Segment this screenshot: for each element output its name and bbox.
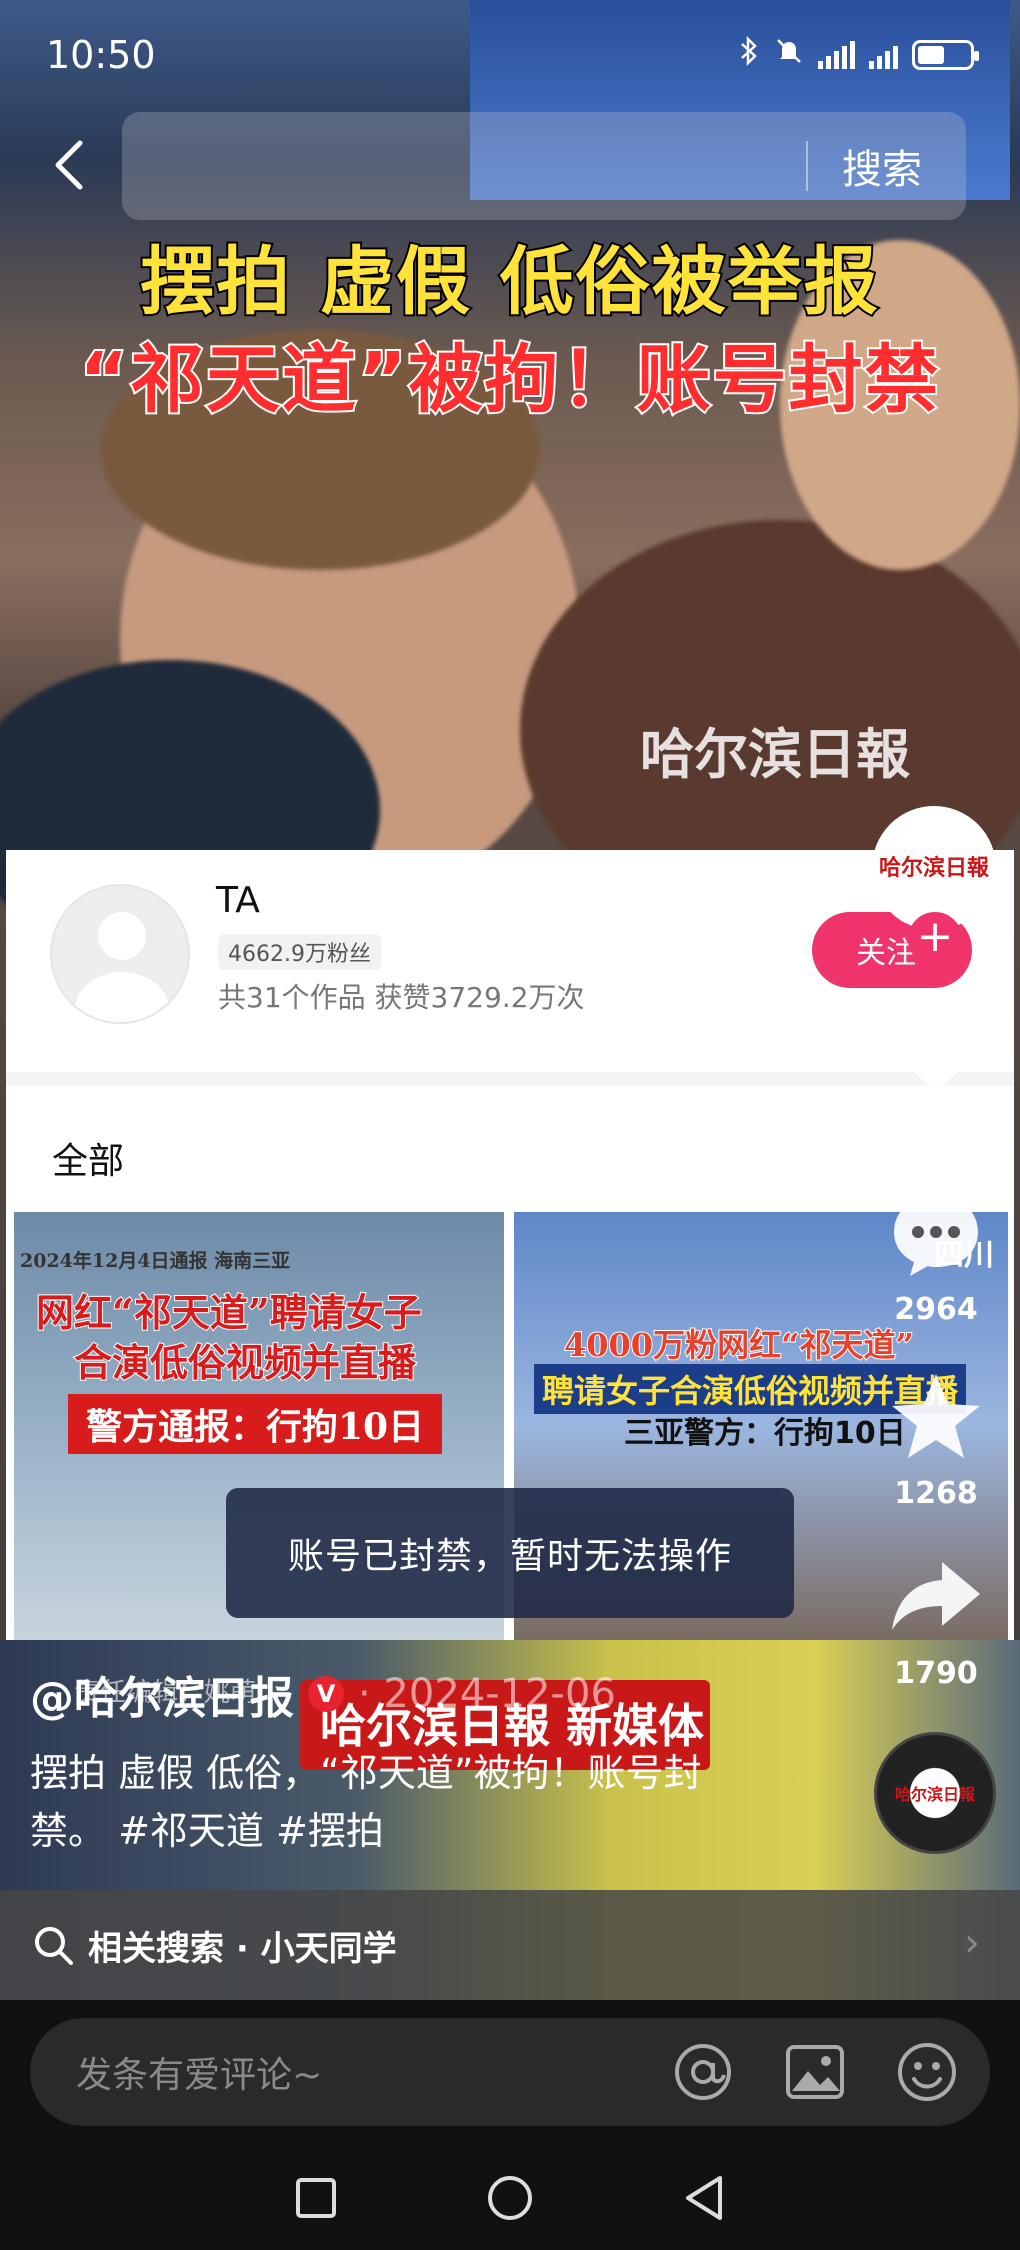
- thumbnail-caption: 4000万粉网红“祁天道”: [563, 1325, 915, 1365]
- comment-placeholder: 发条有爱评论~: [76, 2055, 323, 2096]
- video-watermark: 哈尔滨日報: [640, 722, 910, 786]
- follow-plus-button[interactable]: +: [908, 912, 962, 966]
- author-line: @哈尔滨日报 V · 2024-12-06: [30, 1662, 616, 1726]
- like-count: 7979: [894, 1108, 978, 1143]
- battery-icon: [912, 40, 979, 70]
- thumbnail-small-caption: 2024年12月4日通报 海南三亚: [20, 1250, 291, 1272]
- status-icons: [738, 35, 979, 74]
- profile-avatar: [50, 884, 190, 1024]
- signal-icon-sim2: [869, 41, 898, 69]
- share-count: 1790: [894, 1656, 978, 1691]
- post-caption[interactable]: 摆拍 虚假 低俗，“祁天道”被拘！账号封禁。 #祁天道 #摆拍: [30, 1744, 750, 1860]
- emoji-icon[interactable]: [896, 2041, 958, 2103]
- comment-input[interactable]: 发条有爱评论~: [30, 2018, 990, 2126]
- related-search-label: 相关搜索 · 小天同学: [88, 1928, 397, 1969]
- profile-fans-badge: 4662.9万粉丝: [218, 934, 381, 970]
- search-bar[interactable]: 搜索: [122, 112, 966, 220]
- card-divider: [6, 1072, 1014, 1086]
- status-bar: 10:50: [0, 0, 1020, 110]
- bluetooth-icon: [738, 35, 760, 74]
- recents-square-icon[interactable]: [294, 2176, 338, 2224]
- search-button[interactable]: 搜索: [842, 137, 922, 195]
- image-icon[interactable]: [784, 2041, 846, 2103]
- status-time: 10:50: [46, 33, 156, 77]
- share-icon[interactable]: [886, 1556, 986, 1636]
- thumbnail-caption: 警方通报：行拘10日: [68, 1394, 443, 1454]
- video-headline-line2: “祁天道”被拘！账号封禁: [77, 335, 941, 425]
- profile-stats: 共31个作品 获赞3729.2万次: [218, 981, 585, 1014]
- back-triangle-icon[interactable]: [682, 2174, 726, 2226]
- post-date: · 2024-12-06: [358, 1671, 616, 1717]
- music-disc-label: 哈尔滨日報: [894, 1785, 975, 1804]
- star-icon[interactable]: [886, 1370, 986, 1462]
- comment-icon[interactable]: [886, 1190, 986, 1280]
- profile-name: TA: [216, 880, 260, 921]
- favorite-count: 1268: [894, 1476, 978, 1511]
- video-headline-line1: 摆拍 虚假 低俗被举报: [138, 237, 880, 327]
- thumbnail-caption: 合演低俗视频并直播: [73, 1339, 417, 1386]
- signal-icon-sim1: [818, 41, 855, 69]
- toast-message: 账号已封禁，暂时无法操作: [226, 1488, 794, 1618]
- search-icon: [35, 1927, 73, 1965]
- back-button[interactable]: [38, 135, 98, 195]
- mute-bell-icon: [774, 36, 804, 74]
- author-name[interactable]: @哈尔滨日报: [30, 1662, 294, 1726]
- tab-all[interactable]: 全部: [52, 1132, 124, 1184]
- verified-badge: V: [308, 1676, 344, 1712]
- mention-icon[interactable]: [672, 2041, 734, 2103]
- heart-icon[interactable]: [886, 1006, 986, 1094]
- comment-count: 2964: [894, 1292, 978, 1327]
- thumbnail-caption: 三亚警方：行拘10日: [624, 1416, 906, 1451]
- system-nav-bar: [0, 2150, 1020, 2250]
- related-search-bar[interactable]: 相关搜索 · 小天同学 ›: [0, 1890, 1020, 2000]
- home-circle-icon[interactable]: [486, 2174, 534, 2226]
- thumbnail-caption: 网红“祁天道”聘请女子: [35, 1289, 423, 1336]
- music-disc[interactable]: 哈尔滨日報: [874, 1732, 996, 1854]
- chevron-left-icon: [55, 140, 83, 190]
- chevron-right-icon: ›: [964, 1920, 980, 1966]
- search-divider: [806, 141, 808, 191]
